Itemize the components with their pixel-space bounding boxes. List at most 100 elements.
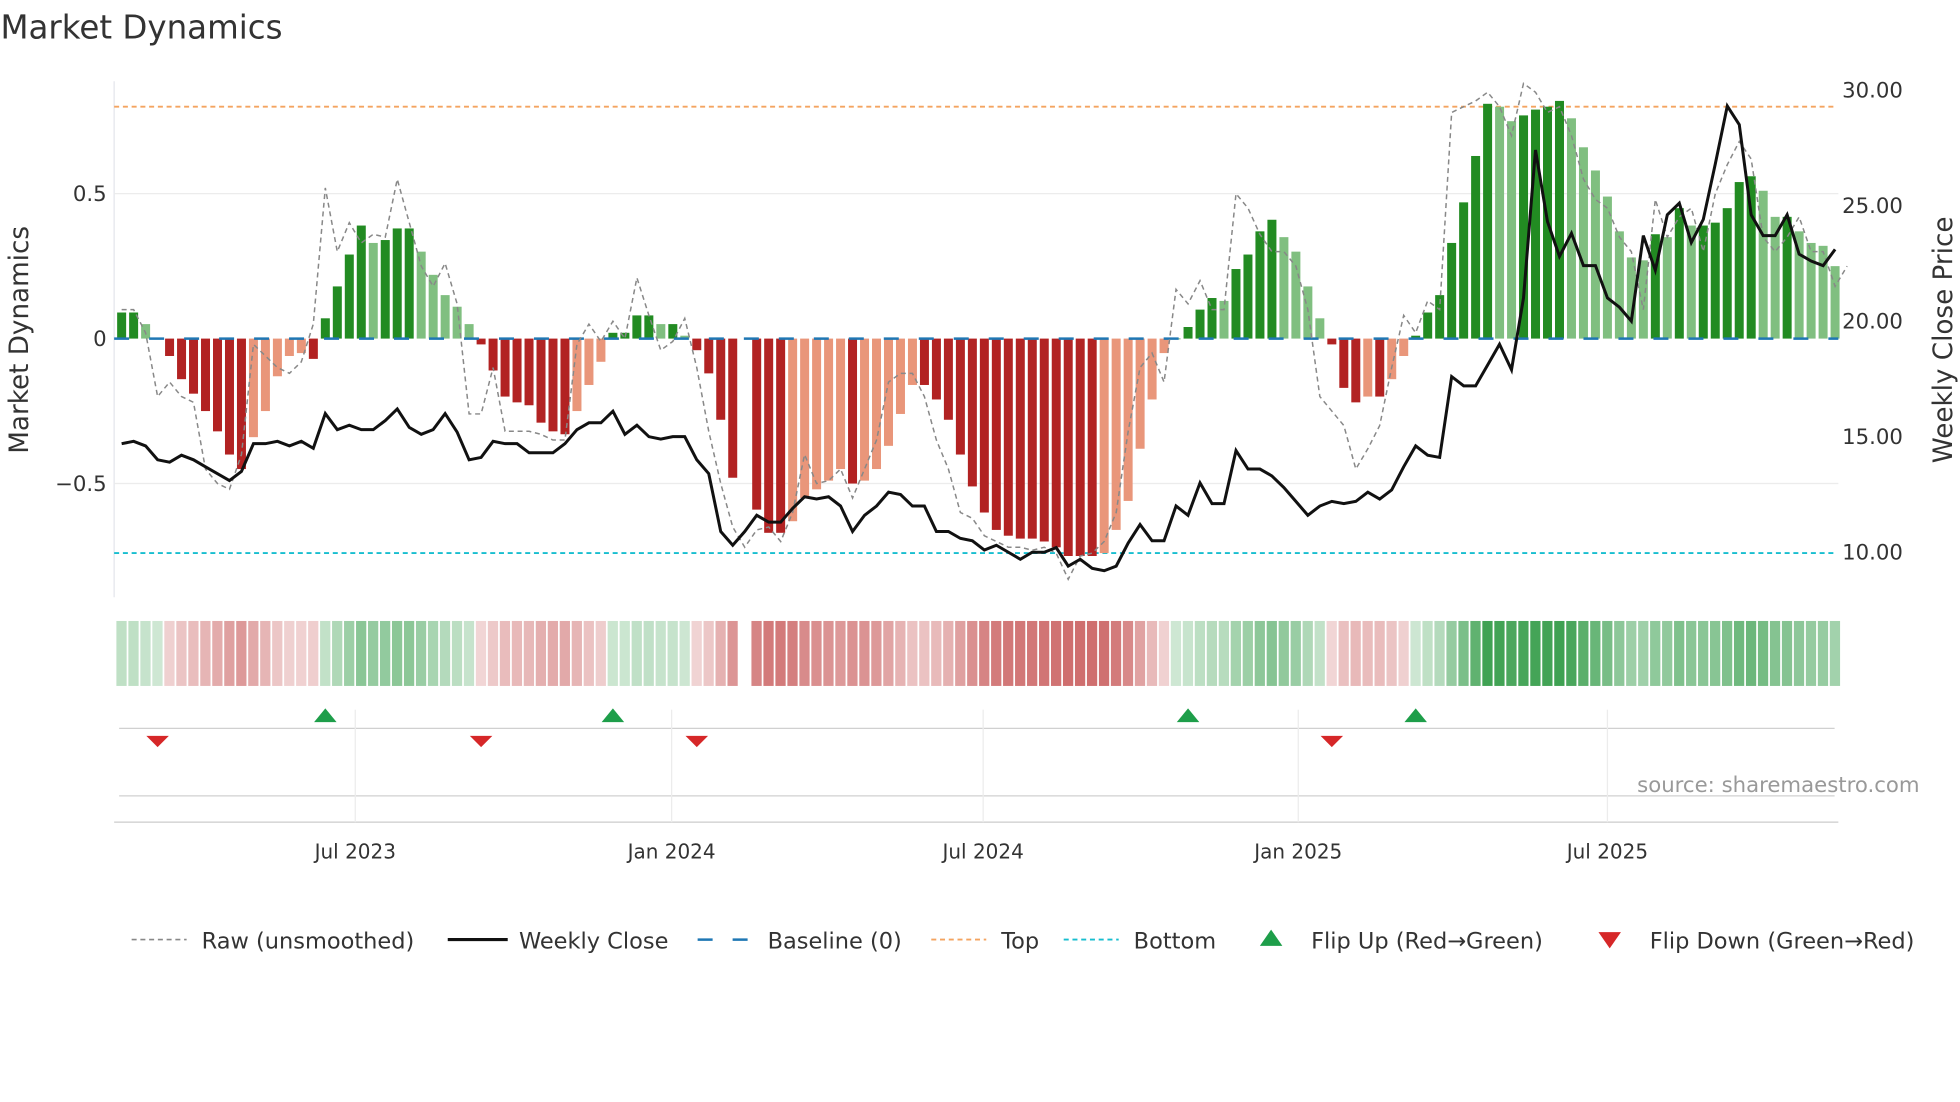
momentum-bar <box>1734 182 1744 339</box>
left-axis-ticks: 0.5 0 −0.5 <box>55 182 107 497</box>
momentum-bar <box>524 338 534 406</box>
strip-cell <box>607 620 618 686</box>
momentum-bar <box>644 315 654 339</box>
y2-tick-label: 20.00 <box>1842 310 1903 335</box>
flip-up-marker <box>601 708 625 723</box>
momentum-bar <box>332 286 342 339</box>
legend-label: Flip Down (Green→Red) <box>1650 928 1915 954</box>
momentum-bar <box>1111 338 1121 530</box>
strip-cell <box>559 620 570 686</box>
momentum-bar <box>919 338 929 385</box>
flip-down-marker <box>469 735 493 748</box>
y-axis-label: Market Dynamics <box>5 226 35 454</box>
legend-label: Top <box>1000 928 1039 954</box>
momentum-bar <box>1207 298 1217 339</box>
strip-cell <box>1769 620 1781 686</box>
y2-tick-label: 15.00 <box>1842 425 1903 450</box>
momentum-bar <box>392 228 402 339</box>
x-axis-ticks: Jul 2023 Jan 2024 Jul 2024 Jan 2025 Jul 2025 <box>313 709 1648 863</box>
strip-cell <box>152 620 163 686</box>
strip-cell <box>955 620 966 686</box>
strip-cell <box>463 620 475 686</box>
momentum-bar <box>1147 338 1157 400</box>
momentum-bar <box>1698 225 1708 339</box>
strip-cell <box>391 620 403 686</box>
strip-cell <box>1134 620 1146 686</box>
momentum-bar <box>500 338 510 397</box>
momentum-bar <box>764 338 774 533</box>
strip-cell <box>967 620 978 686</box>
strip-cell <box>727 620 738 686</box>
strip-cell <box>200 620 211 686</box>
momentum-bar <box>1159 338 1169 354</box>
market-dynamics-chart: Market Dynamics 0.5 0 −0.5 30.00 25.00 20.00… <box>0 9 1959 955</box>
momentum-bar <box>177 338 187 380</box>
momentum-bar <box>931 338 941 400</box>
strip-cell <box>1398 620 1409 686</box>
x-tick-label: Jan 2025 <box>1252 839 1342 863</box>
momentum-bar <box>272 338 282 377</box>
strip-cell <box>260 620 271 686</box>
strip-cell <box>1326 620 1337 686</box>
x-tick-label: Jan 2024 <box>626 839 716 863</box>
strip-cell <box>1266 620 1277 686</box>
momentum-bar <box>1806 242 1816 339</box>
strip-cell <box>1602 620 1613 686</box>
strip-cell <box>1350 620 1361 686</box>
strip-cell <box>1086 620 1098 686</box>
strip-cell <box>368 620 379 686</box>
momentum-bar <box>1483 103 1493 339</box>
momentum-bar <box>1531 109 1541 339</box>
strip-cell <box>1242 620 1253 686</box>
momentum-bar <box>824 338 834 481</box>
strip-cell <box>1482 620 1493 686</box>
strip-cell <box>811 620 822 686</box>
momentum-bar <box>943 338 953 420</box>
momentum-bar <box>836 338 846 470</box>
momentum-bar <box>1303 286 1313 339</box>
legend-flip-down-icon <box>1598 932 1621 949</box>
strip-cell <box>715 620 726 686</box>
momentum-bar <box>1255 231 1265 339</box>
momentum-bar <box>165 338 175 356</box>
strip-cell <box>1182 620 1194 686</box>
strip-cell <box>1386 620 1397 686</box>
momentum-bar <box>1339 338 1349 388</box>
strip-cell <box>1494 620 1505 686</box>
momentum-bar <box>536 338 546 423</box>
strip-cell <box>667 620 678 686</box>
momentum-bar <box>236 338 246 470</box>
strip-cell <box>356 620 367 686</box>
strip-cell <box>823 620 834 686</box>
momentum-bar <box>704 338 714 374</box>
flip-down-marker <box>1320 735 1344 748</box>
momentum-bar <box>1722 208 1732 339</box>
momentum-bar <box>656 324 666 339</box>
flip-up-marker <box>314 708 337 723</box>
momentum-heat-strip <box>116 620 1841 686</box>
momentum-bar <box>955 338 965 455</box>
momentum-bar <box>860 338 870 481</box>
momentum-bar <box>1087 338 1097 556</box>
momentum-bar <box>1495 106 1505 339</box>
momentum-bar <box>907 338 917 385</box>
strip-cell <box>296 620 307 686</box>
strip-cell <box>535 620 547 686</box>
momentum-bar <box>584 338 594 385</box>
y-tick-label: 0 <box>93 327 107 352</box>
momentum-bar <box>883 338 893 446</box>
momentum-bar <box>596 338 606 362</box>
momentum-bar <box>1590 170 1600 339</box>
momentum-bar <box>1782 216 1792 339</box>
strip-cell <box>703 620 714 686</box>
strip-cell <box>1218 620 1229 686</box>
strip-cell <box>1110 620 1122 686</box>
momentum-bar <box>1459 202 1469 339</box>
strip-cell <box>979 620 990 686</box>
strip-cell <box>943 620 954 686</box>
flip-up-marker <box>1176 708 1200 723</box>
strip-cell <box>1674 620 1685 686</box>
flip-down-marker <box>685 735 709 748</box>
momentum-bar <box>1243 254 1253 339</box>
momentum-bar <box>1231 269 1241 339</box>
